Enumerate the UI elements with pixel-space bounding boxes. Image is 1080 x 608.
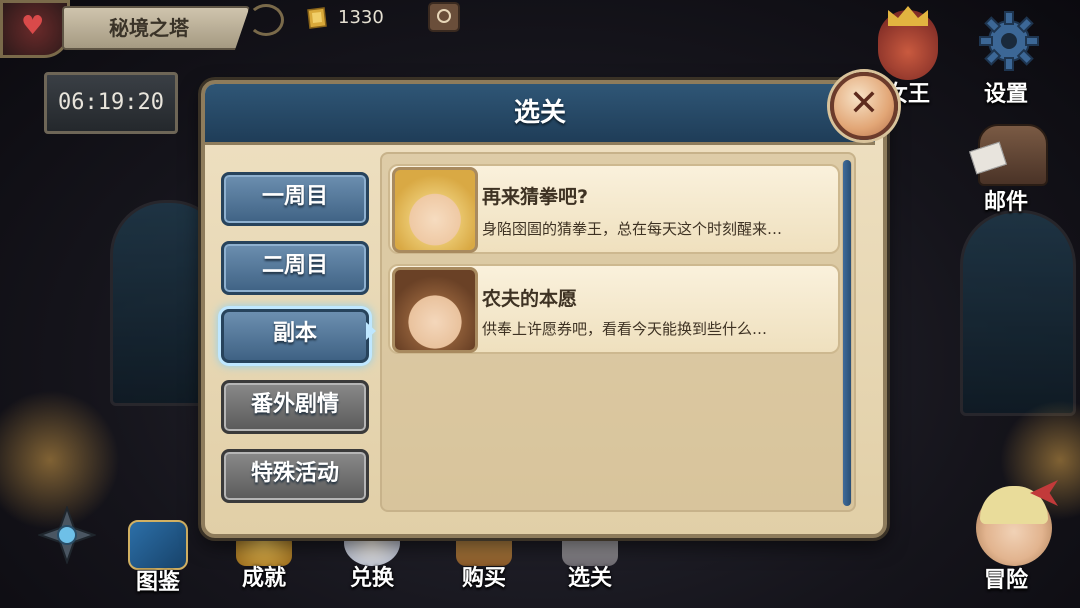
settings-label[interactable]: 设置 [984,76,1028,108]
camera-icon[interactable] [428,2,460,32]
mailbox-icon[interactable] [978,124,1048,186]
countdown-timer: 06:19:20 [44,72,178,134]
ornament-curl-icon [248,4,284,36]
currency-amount: 1330 [338,7,384,28]
stage-title: 再来猜拳吧? [482,186,589,208]
gear-icon[interactable] [978,10,1040,72]
background-gothic-window-right [960,210,1076,416]
mail-label[interactable]: 邮件 [984,184,1028,216]
close-button[interactable]: ✕ [830,72,898,140]
codex-book-icon [128,520,188,570]
stage-list-scrollbar-thumb[interactable] [843,160,851,506]
tab-special-event[interactable]: 特殊活动 [221,449,369,503]
selected-tab-arrow-icon [366,322,376,340]
tab-dungeon[interactable]: 副本 [221,309,369,363]
nav-shop-label: 购买 [461,566,506,591]
nav-exchange-label: 兑换 [349,566,394,591]
stage-description: 供奉上许愿券吧，看看今天能换到些什么… [482,320,768,338]
stage-title: 农夫的本愿 [482,288,578,310]
adventure-character-icon[interactable] [976,486,1052,566]
adventure-label[interactable]: 冒险 [984,562,1028,594]
nav-codex-label: 图鉴 [135,570,180,595]
queen-crown-icon[interactable] [878,10,938,80]
tab-second-playthrough[interactable]: 二周目 [221,241,369,295]
close-icon: ✕ [848,83,880,124]
farmer-avatar [392,267,478,353]
nav-achievements-label: 成就 [241,566,286,591]
location-title-plate: 秘境之塔 [62,6,250,50]
tab-side-story[interactable]: 番外剧情 [221,380,369,434]
compass-icon[interactable] [38,506,96,564]
nav-stage-select-label: 选关 [567,566,612,591]
tab-first-playthrough[interactable]: 一周目 [221,172,369,226]
rps-king-avatar [392,167,478,253]
stage-description: 身陷囹圄的猜拳王，总在每天这个时刻醒来… [482,220,783,238]
location-title: 秘境之塔 [109,16,189,40]
nav-codex[interactable]: 图鉴 [114,520,202,596]
gem-currency-icon [307,7,327,29]
dialog-title: 选关 [513,98,566,128]
heart-emblem-icon[interactable]: ♥ [0,0,70,58]
